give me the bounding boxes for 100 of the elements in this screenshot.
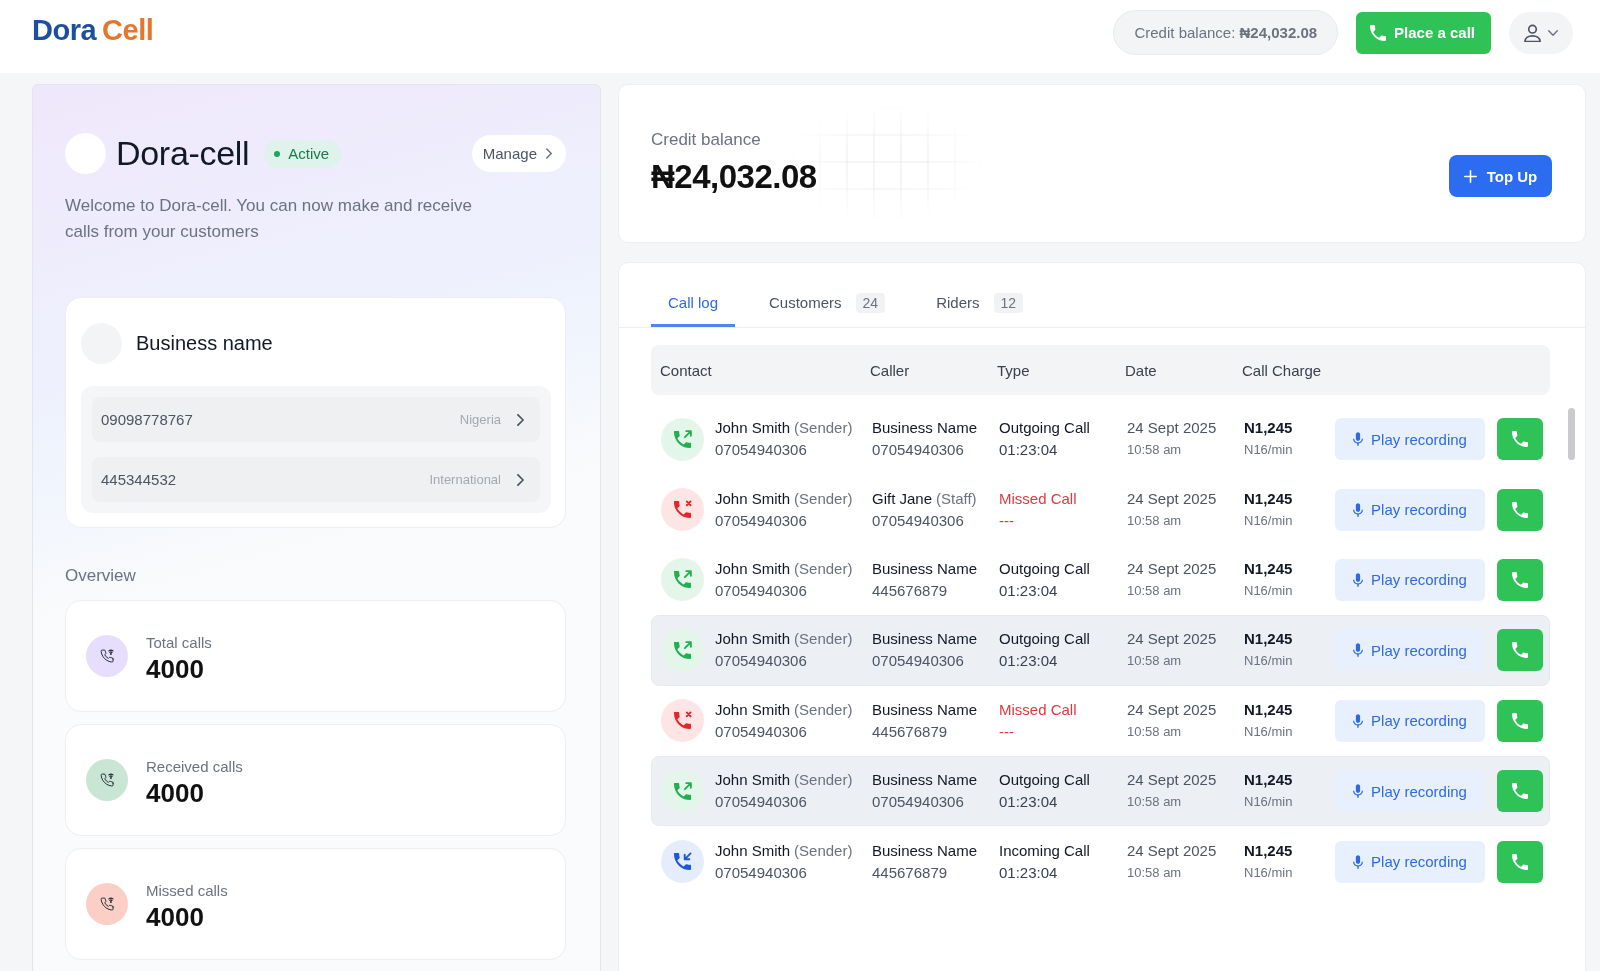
call-duration: 01:23:04 xyxy=(999,862,1059,883)
play-recording-button[interactable]: Play recording xyxy=(1335,840,1485,883)
incoming-call-icon xyxy=(661,840,704,884)
call-date: 24 Sept 2025 xyxy=(1127,488,1218,509)
chevron-right-icon xyxy=(517,473,524,486)
scrollbar-thumb[interactable] xyxy=(1568,408,1575,460)
tab[interactable]: Call log xyxy=(651,281,736,327)
logo-text: Cell xyxy=(102,13,154,47)
play-recording-button[interactable]: Play recording xyxy=(1335,629,1485,672)
play-recording-button[interactable]: Play recording xyxy=(1335,418,1485,461)
status-dot-icon xyxy=(274,150,281,157)
column-header: Caller xyxy=(870,361,911,379)
charge-rate: N16/min xyxy=(1244,581,1294,600)
call-button[interactable] xyxy=(1497,629,1543,672)
play-recording-button[interactable]: Play recording xyxy=(1335,770,1485,813)
play-recording-button[interactable]: Play recording xyxy=(1335,488,1485,531)
contact-number: 07054940306 xyxy=(715,510,808,531)
call-button[interactable] xyxy=(1497,840,1543,883)
tab[interactable]: Riders 12 xyxy=(919,281,1041,327)
call-charge: N1,245 xyxy=(1244,488,1294,509)
call-type: Outgoing Call xyxy=(999,418,1091,439)
stat-value: 4000 xyxy=(146,901,205,933)
call-duration: --- xyxy=(999,721,1015,742)
call-type: Missed Call xyxy=(999,699,1078,720)
missed-call-icon xyxy=(661,488,704,532)
call-button[interactable] xyxy=(1497,418,1543,461)
contact-role: (Sender) xyxy=(794,700,853,718)
phone-number-item[interactable]: 09098778767 Nigeria xyxy=(92,397,540,442)
caller-number: 445676879 xyxy=(872,721,949,742)
phone-icon xyxy=(1512,712,1528,729)
balance-amount: ₦24,032.08 xyxy=(651,157,817,197)
charge-rate: N16/min xyxy=(1244,441,1294,460)
missed-call-icon xyxy=(661,699,704,743)
stat-label: Missed calls xyxy=(146,881,228,901)
column-header: Contact xyxy=(660,361,713,379)
caller-name: Business Name xyxy=(872,630,978,648)
place-call-button[interactable]: Place a call xyxy=(1356,11,1491,54)
credit-balance-pill: Credit balance: ₦24,032.08 xyxy=(1113,10,1339,55)
call-button[interactable] xyxy=(1497,699,1543,742)
phone-number: 445344532 xyxy=(101,471,177,488)
call-date: 24 Sept 2025 xyxy=(1127,840,1218,861)
region-label: International xyxy=(429,472,501,487)
caller-name: Gift Jane xyxy=(872,489,933,507)
chevron-right-icon xyxy=(546,148,552,159)
call-type: Incoming Call xyxy=(999,840,1091,861)
caller-number: 07054940306 xyxy=(872,510,965,531)
tab[interactable]: Customers 24 xyxy=(752,281,903,327)
call-button[interactable] xyxy=(1497,770,1543,813)
business-name: Business name xyxy=(136,332,273,355)
contact-number: 07054940306 xyxy=(715,792,808,813)
microphone-icon xyxy=(1353,502,1364,517)
contact-name: John Smith xyxy=(715,700,791,718)
call-button[interactable] xyxy=(1497,488,1543,531)
caller-number: 07054940306 xyxy=(872,651,965,672)
contact-number: 07054940306 xyxy=(715,862,808,883)
call-charge: N1,245 xyxy=(1244,840,1294,861)
outgoing-call-icon xyxy=(661,558,704,602)
contact-role: (Sender) xyxy=(794,630,853,648)
top-up-button[interactable]: Top Up xyxy=(1449,155,1552,197)
call-time: 10:58 am xyxy=(1127,652,1183,671)
call-duration: --- xyxy=(999,510,1015,531)
charge-rate: N16/min xyxy=(1244,722,1294,741)
contact-role: (Sender) xyxy=(794,419,853,437)
column-header: Date xyxy=(1125,361,1158,379)
user-menu-button[interactable] xyxy=(1509,11,1573,54)
chevron-down-icon xyxy=(1548,29,1558,36)
charge-rate: N16/min xyxy=(1244,793,1294,812)
contact-role: (Sender) xyxy=(794,771,853,789)
microphone-icon xyxy=(1353,572,1364,587)
caller-name: Business Name xyxy=(872,771,978,789)
call-button[interactable] xyxy=(1497,558,1543,601)
call-duration: 01:23:04 xyxy=(999,440,1059,461)
call-charge: N1,245 xyxy=(1244,770,1294,791)
contact-name: John Smith xyxy=(715,841,791,859)
column-header: Type xyxy=(997,361,1031,379)
business-title: Dora-cell xyxy=(116,134,250,173)
caller-name: Business Name xyxy=(872,419,978,437)
call-time: 10:58 am xyxy=(1127,793,1183,812)
call-date: 24 Sept 2025 xyxy=(1127,558,1218,579)
play-recording-button[interactable]: Play recording xyxy=(1335,699,1485,742)
call-time: 10:58 am xyxy=(1127,511,1183,530)
call-date: 24 Sept 2025 xyxy=(1127,629,1218,650)
contact-number: 07054940306 xyxy=(715,440,808,461)
contact-number: 07054940306 xyxy=(715,651,808,672)
caller-number: 07054940306 xyxy=(872,440,965,461)
plus-icon xyxy=(1463,169,1477,183)
stat-value: 4000 xyxy=(146,653,205,685)
phone-icon xyxy=(1512,853,1528,870)
outgoing-call-icon xyxy=(661,417,704,461)
manage-button[interactable]: Manage xyxy=(471,135,566,172)
stat-label: Received calls xyxy=(146,757,243,777)
phone-icon xyxy=(1512,431,1528,448)
call-type: Missed Call xyxy=(999,488,1078,509)
count-badge: 24 xyxy=(855,292,886,313)
call-time: 10:58 am xyxy=(1127,441,1183,460)
contact-number: 07054940306 xyxy=(715,580,808,601)
call-time: 10:58 am xyxy=(1127,722,1183,741)
call-type: Outgoing Call xyxy=(999,629,1091,650)
phone-number-item[interactable]: 445344532 International xyxy=(92,457,540,502)
play-recording-button[interactable]: Play recording xyxy=(1335,558,1485,601)
